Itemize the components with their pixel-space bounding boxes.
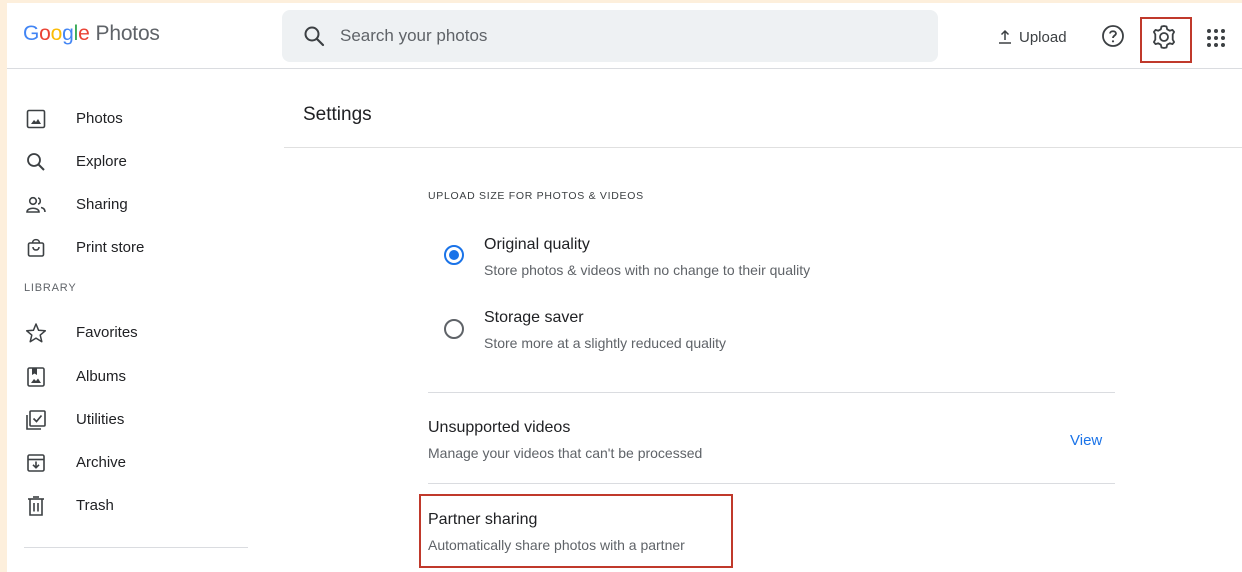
- unsupported-videos-title: Unsupported videos: [428, 419, 571, 436]
- sidebar-item-explore[interactable]: Explore: [7, 141, 257, 181]
- storage-saver-subtitle: Store more at a slightly reduced quality: [484, 335, 727, 351]
- archive-icon: [27, 454, 45, 472]
- upload-label: Upload: [1019, 28, 1067, 46]
- star-icon: [25, 323, 47, 343]
- sidebar-divider: [24, 547, 248, 548]
- sidebar-item-label: Favorites: [76, 324, 138, 341]
- sidebar-item-label: Trash: [76, 497, 114, 514]
- original-quality-title[interactable]: Original quality: [484, 236, 590, 254]
- partner-sharing-title[interactable]: Partner sharing: [428, 511, 537, 529]
- sidebar-item-archive[interactable]: Archive: [7, 442, 257, 482]
- sidebar-item-favorites[interactable]: Favorites: [7, 312, 257, 352]
- sidebar-item-utilities[interactable]: Utilities: [7, 399, 257, 439]
- sidebar-item-label: Utilities: [76, 411, 125, 428]
- photo-icon: [26, 109, 46, 129]
- help-icon[interactable]: [1100, 23, 1126, 49]
- checklist-icon: [26, 410, 46, 430]
- sidebar-item-label: Print store: [76, 239, 145, 256]
- logo-google-text: Google: [23, 22, 90, 45]
- search-icon[interactable]: [302, 24, 326, 48]
- storage-saver-title[interactable]: Storage saver: [484, 309, 584, 327]
- upload-icon: [999, 29, 1011, 44]
- sidebar-item-label: Explore: [76, 153, 127, 170]
- app-window: GooglePhotos Upload: [7, 3, 1242, 572]
- section-divider: [428, 392, 1115, 393]
- trash-icon: [28, 496, 44, 516]
- sidebar: Photos Explore Sharing Print store LIBRA…: [7, 69, 267, 572]
- sidebar-item-photos[interactable]: Photos: [7, 98, 257, 138]
- google-photos-logo[interactable]: Google Photos: [23, 22, 160, 46]
- original-quality-subtitle: Store photos & videos with no change to …: [484, 262, 811, 278]
- section-divider: [428, 483, 1115, 484]
- search-input[interactable]: [340, 10, 900, 62]
- title-divider: [284, 147, 1242, 148]
- sidebar-item-sharing[interactable]: Sharing: [7, 184, 257, 224]
- sidebar-item-label: Albums: [76, 368, 127, 385]
- upload-size-section-label: UPLOAD SIZE FOR PHOTOS & VIDEOS: [428, 190, 644, 202]
- sidebar-item-label: Photos: [76, 110, 123, 127]
- upload-button[interactable]: Upload: [997, 25, 1067, 49]
- library-section-label: LIBRARY: [24, 282, 77, 294]
- gear-icon[interactable]: [1150, 23, 1178, 51]
- people-icon: [26, 196, 46, 213]
- search-bar[interactable]: [282, 10, 938, 62]
- partner-sharing-subtitle: Automatically share photos with a partne…: [428, 537, 685, 553]
- sidebar-item-albums[interactable]: Albums: [7, 356, 257, 396]
- album-icon: [27, 367, 45, 387]
- sidebar-item-label: Archive: [76, 454, 127, 471]
- shopping-bag-icon: [27, 238, 45, 257]
- logo-product-text: Photos: [95, 22, 160, 45]
- top-bar: GooglePhotos Upload: [7, 3, 1242, 69]
- sidebar-item-trash[interactable]: Trash: [7, 485, 257, 525]
- sidebar-item-print-store[interactable]: Print store: [7, 227, 257, 267]
- page-title: Settings: [303, 104, 372, 125]
- original-quality-radio[interactable]: [444, 245, 464, 265]
- settings-panel: Settings UPLOAD SIZE FOR PHOTOS & VIDEOS…: [284, 69, 1242, 572]
- search-icon: [27, 153, 45, 171]
- apps-grid-icon[interactable]: [1205, 27, 1227, 49]
- partner-sharing-highlight-box: [419, 494, 733, 568]
- view-unsupported-videos-link[interactable]: View: [1070, 432, 1102, 449]
- unsupported-videos-subtitle: Manage your videos that can't be process…: [428, 445, 703, 461]
- storage-saver-radio[interactable]: [444, 319, 464, 339]
- sidebar-item-label: Sharing: [76, 196, 128, 213]
